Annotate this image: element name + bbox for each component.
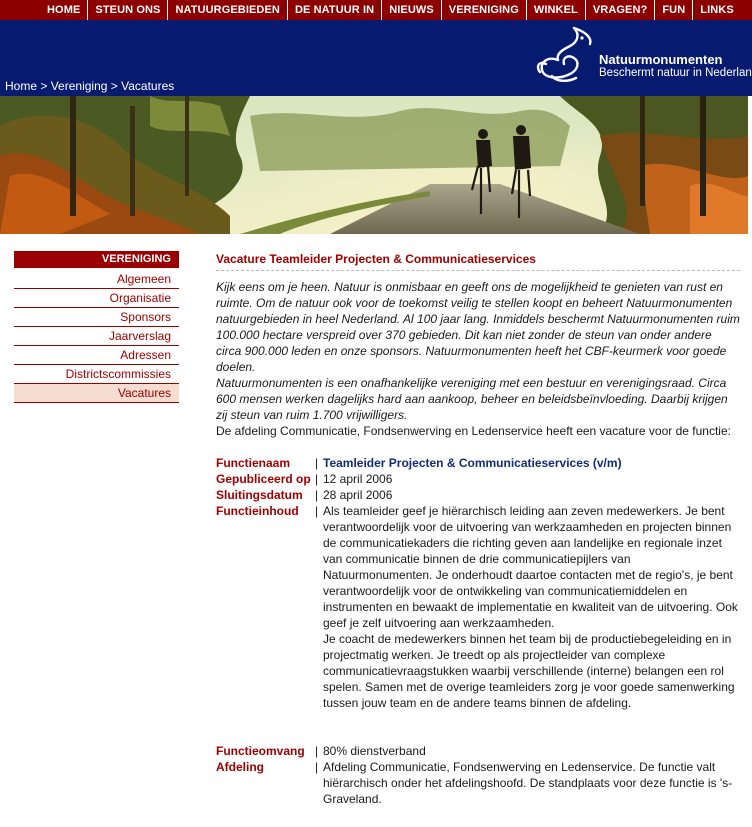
field-separator: | xyxy=(315,456,319,470)
sidebar-item-vacatures[interactable]: Vacatures xyxy=(14,384,179,403)
section-sidebar: VERENIGING Algemeen Organisatie Sponsors… xyxy=(14,251,179,403)
field-value-sluitingsdatum: 28 april 2006 xyxy=(323,488,393,502)
field-label: Functienaam xyxy=(216,456,291,470)
field-functieomvang: Functieomvang | 80% dienstverband xyxy=(216,743,740,759)
field-afdeling: Afdeling | Afdeling Communicatie, Fondse… xyxy=(216,759,740,807)
page-title: Vacature Teamleider Projecten & Communic… xyxy=(216,252,536,266)
breadcrumb: Home > Vereniging > Vacatures xyxy=(5,79,174,93)
field-value-functienaam: Teamleider Projecten & Communicatieservi… xyxy=(323,456,622,470)
field-separator: | xyxy=(315,488,319,502)
field-label: Functieomvang xyxy=(216,744,305,758)
breadcrumb-vereniging[interactable]: Vereniging xyxy=(51,79,108,93)
field-separator: | xyxy=(315,472,319,486)
natuurmonumenten-logo[interactable]: Natuurmonumenten Beschermt natuur in Ned… xyxy=(534,24,752,84)
sidebar-item-adressen[interactable]: Adressen xyxy=(14,346,179,365)
breadcrumb-separator: > xyxy=(37,79,51,93)
breadcrumb-home[interactable]: Home xyxy=(5,79,37,93)
field-gepubliceerd: Gepubliceerd op | 12 april 2006 xyxy=(216,471,740,487)
nav-natuurgebieden[interactable]: NATUURGEBIEDEN xyxy=(167,0,286,20)
nav-steun-ons[interactable]: STEUN ONS xyxy=(87,0,167,20)
sidebar-item-organisatie[interactable]: Organisatie xyxy=(14,289,179,308)
functieinhoud-paragraph: Als teamleider geef je hiërarchisch leid… xyxy=(323,504,738,630)
spoonbill-logo-icon xyxy=(536,26,592,82)
logo-tagline: Beschermt natuur in Nederland xyxy=(599,67,752,79)
vacancy-details: Functienaam | Teamleider Projecten & Com… xyxy=(216,455,740,807)
field-value-afdeling: Afdeling Communicatie, Fondsenwerving en… xyxy=(323,760,733,806)
nav-winkel[interactable]: WINKEL xyxy=(525,0,585,20)
field-sluitingsdatum: Sluitingsdatum | 28 april 2006 xyxy=(216,487,740,503)
field-label: Sluitingsdatum xyxy=(216,488,303,502)
field-value-gepubliceerd: 12 april 2006 xyxy=(323,472,393,486)
nav-vragen[interactable]: VRAGEN? xyxy=(584,0,654,20)
title-divider xyxy=(216,270,740,271)
site-header: Home > Vereniging > Vacatures Natuurmonu… xyxy=(0,20,752,96)
sidebar-heading: VERENIGING xyxy=(14,251,179,268)
vacancy-lead: De afdeling Communicatie, Fondsenwerving… xyxy=(216,424,731,438)
sidebar-item-sponsors[interactable]: Sponsors xyxy=(14,308,179,327)
hero-photo xyxy=(0,96,748,234)
field-label: Gepubliceerd op xyxy=(216,472,311,486)
field-separator: | xyxy=(315,760,319,774)
sidebar-item-jaarverslag[interactable]: Jaarverslag xyxy=(14,327,179,346)
nav-nieuws[interactable]: NIEUWS xyxy=(381,0,441,20)
nav-links[interactable]: LINKS xyxy=(692,0,741,20)
field-functienaam: Functienaam | Teamleider Projecten & Com… xyxy=(216,455,740,471)
main-content: Vacature Teamleider Projecten & Communic… xyxy=(216,252,740,807)
breadcrumb-current: Vacatures xyxy=(121,79,175,93)
logo-name: Natuurmonumenten xyxy=(599,52,723,67)
field-label: Functieinhoud xyxy=(216,504,299,518)
field-label: Afdeling xyxy=(216,760,264,774)
top-navigation: HOME STEUN ONS NATUURGEBIEDEN DE NATUUR … xyxy=(0,0,752,20)
functieinhoud-paragraph: Je coacht de medewerkers binnen het team… xyxy=(323,632,735,710)
intro-paragraph-organisation: Natuurmonumenten is een onafhankelijke v… xyxy=(216,376,728,422)
field-separator: | xyxy=(315,504,319,518)
cyclists-forest-photo xyxy=(0,96,748,234)
nav-fun[interactable]: FUN xyxy=(654,0,692,20)
nav-vereniging[interactable]: VERENIGING xyxy=(440,0,526,20)
field-value-functieinhoud: Als teamleider geef je hiërarchisch leid… xyxy=(323,503,740,711)
field-value-functieomvang: 80% dienstverband xyxy=(323,744,426,758)
sidebar-item-algemeen[interactable]: Algemeen xyxy=(14,270,179,289)
field-separator: | xyxy=(315,744,319,758)
intro-paragraph: Kijk eens om je heen. Natuur is onmisbaa… xyxy=(216,280,740,374)
field-functieinhoud: Functieinhoud | Als teamleider geef je h… xyxy=(216,503,740,711)
sidebar-item-districtscommissies[interactable]: Districtscommissies xyxy=(14,365,179,384)
breadcrumb-separator: > xyxy=(107,79,122,93)
nav-home[interactable]: HOME xyxy=(40,0,87,20)
nav-de-natuur-in[interactable]: DE NATUUR IN xyxy=(286,0,381,20)
